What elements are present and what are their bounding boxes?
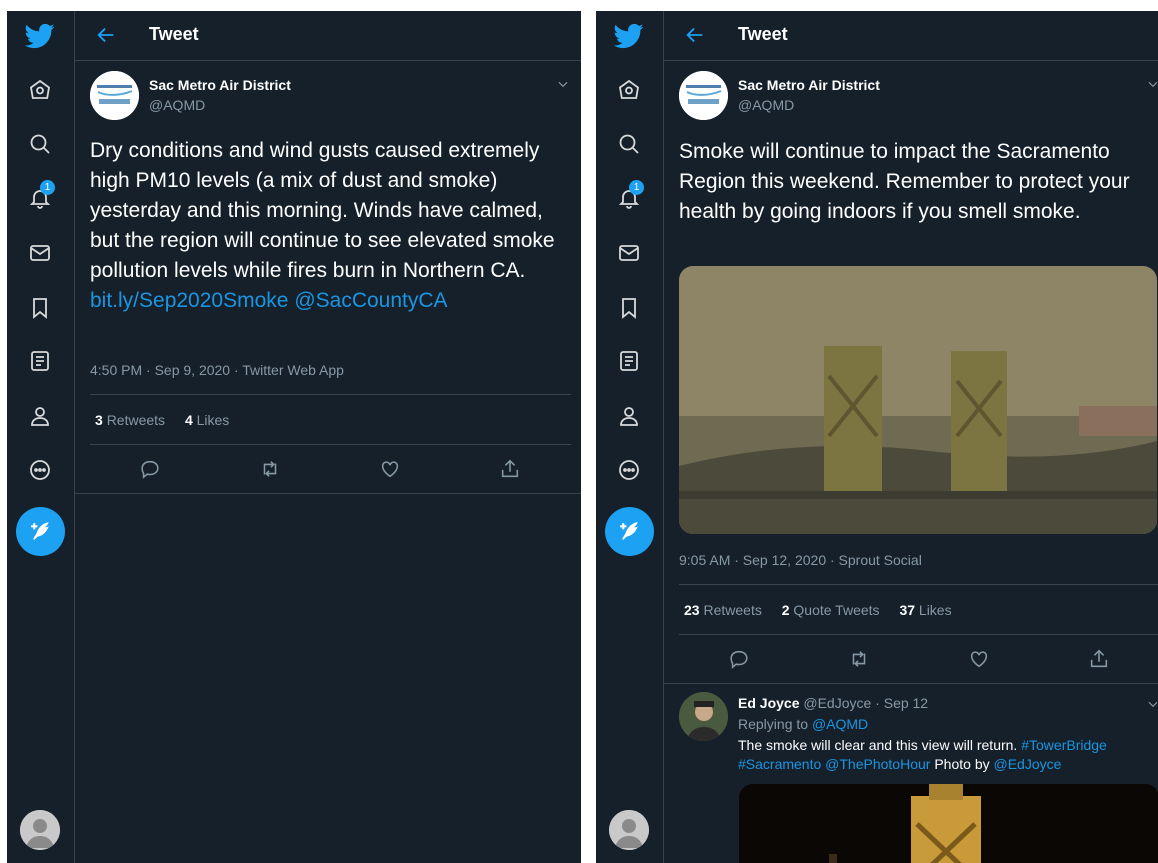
- divider: [679, 584, 1158, 585]
- retweet-icon[interactable]: [848, 648, 870, 670]
- more-icon[interactable]: [617, 458, 641, 482]
- compose-tweet-button[interactable]: [16, 507, 65, 556]
- retweets-stat[interactable]: 23 Retweets: [684, 602, 762, 618]
- reply-icon[interactable]: [728, 648, 750, 670]
- home-icon[interactable]: [617, 78, 641, 102]
- author-avatar[interactable]: [90, 71, 139, 120]
- likes-stat[interactable]: 4 Likes: [185, 412, 229, 428]
- hashtag-sacramento[interactable]: #Sacramento: [738, 756, 821, 772]
- tweet-panel-left: 1 Tweet Sac Metro Air District @AQMD Dry…: [7, 11, 581, 863]
- compose-icon: [31, 522, 49, 540]
- chevron-down-icon[interactable]: [556, 77, 570, 91]
- tweet-mention[interactable]: @SacCountyCA: [294, 289, 447, 312]
- notifications-icon[interactable]: 1: [617, 180, 644, 210]
- account-avatar[interactable]: [20, 810, 60, 850]
- author-handle[interactable]: @AQMD: [738, 97, 794, 113]
- tweet-panel-right: 1 Tweet Sac Metro Air District @AQMD Smo…: [596, 11, 1158, 863]
- messages-icon[interactable]: [28, 241, 52, 265]
- page-header: Tweet: [75, 11, 581, 61]
- reply-photo[interactable]: [739, 784, 1158, 863]
- author-name[interactable]: Sac Metro Air District: [738, 77, 880, 93]
- notifications-icon[interactable]: 1: [28, 180, 55, 210]
- tweet-text-main: Dry conditions and wind gusts caused ext…: [90, 139, 555, 282]
- twitter-bird-icon[interactable]: [25, 21, 55, 51]
- reply-author-handle[interactable]: @EdJoyce · Sep 12: [803, 695, 928, 711]
- page-title: Tweet: [738, 24, 788, 44]
- tweet-text: Smoke will continue to impact the Sacram…: [679, 140, 1130, 223]
- author-avatar[interactable]: [679, 71, 728, 120]
- reply-text-line-1: The smoke will clear and this view will …: [738, 737, 1107, 753]
- share-icon[interactable]: [1088, 648, 1110, 670]
- hashtag-towerbridge[interactable]: #TowerBridge: [1021, 737, 1107, 753]
- page-header: Tweet: [664, 11, 1158, 61]
- lists-icon[interactable]: [28, 349, 52, 373]
- quote-tweets-stat[interactable]: 2 Quote Tweets: [782, 602, 880, 618]
- tweet-detail: Tweet Sac Metro Air District @AQMD Dry c…: [75, 11, 581, 863]
- reply-header: Ed Joyce @EdJoyce · Sep 12: [738, 695, 928, 711]
- retweet-icon[interactable]: [259, 458, 281, 480]
- retweets-stat[interactable]: 3 Retweets: [95, 412, 165, 428]
- tweet-stats: 23 Retweets 2 Quote Tweets 37 Likes: [684, 602, 968, 618]
- reply-author-avatar[interactable]: [679, 692, 728, 741]
- like-icon[interactable]: [968, 648, 990, 670]
- tweet-timestamp[interactable]: 9:05 AM · Sep 12, 2020 · Sprout Social: [679, 552, 922, 568]
- like-icon[interactable]: [379, 458, 401, 480]
- likes-stat[interactable]: 37 Likes: [899, 602, 951, 618]
- chevron-down-icon[interactable]: [1146, 697, 1158, 711]
- home-icon[interactable]: [28, 78, 52, 102]
- explore-icon[interactable]: [28, 132, 52, 156]
- notification-count-badge: 1: [40, 180, 55, 195]
- tweet-text: Dry conditions and wind gusts caused ext…: [90, 136, 570, 316]
- profile-icon[interactable]: [28, 404, 52, 428]
- bookmarks-icon[interactable]: [617, 296, 641, 320]
- tweet-timestamp[interactable]: 4:50 PM · Sep 9, 2020 · Twitter Web App: [90, 362, 344, 378]
- mention-thephotohour[interactable]: @ThePhotoHour: [825, 756, 930, 772]
- tweet-photo[interactable]: [679, 266, 1157, 534]
- more-icon[interactable]: [28, 458, 52, 482]
- bookmarks-icon[interactable]: [28, 296, 52, 320]
- compose-tweet-button[interactable]: [605, 507, 654, 556]
- chevron-down-icon[interactable]: [1146, 77, 1158, 91]
- tweet-link[interactable]: bit.ly/Sep2020Smoke: [90, 289, 288, 312]
- share-icon[interactable]: [499, 458, 521, 480]
- divider: [75, 493, 581, 494]
- reply-icon[interactable]: [139, 458, 161, 480]
- tweet-detail: Tweet Sac Metro Air District @AQMD Smoke…: [664, 11, 1158, 863]
- nav-rail: 1: [596, 11, 664, 863]
- compose-icon: [620, 522, 638, 540]
- account-avatar[interactable]: [609, 810, 649, 850]
- reply-author-name[interactable]: Ed Joyce: [738, 695, 799, 711]
- tweet-stats: 3 Retweets 4 Likes: [95, 412, 245, 428]
- divider: [679, 634, 1158, 635]
- author-handle[interactable]: @AQMD: [149, 97, 205, 113]
- author-name[interactable]: Sac Metro Air District: [149, 77, 291, 93]
- profile-icon[interactable]: [617, 404, 641, 428]
- notification-count-badge: 1: [629, 180, 644, 195]
- back-arrow-icon[interactable]: [684, 24, 706, 46]
- replying-to: Replying to @AQMD: [738, 716, 869, 732]
- divider: [664, 683, 1158, 684]
- reply-text-line-2: #Sacramento @ThePhotoHour Photo by @EdJo…: [738, 756, 1062, 772]
- lists-icon[interactable]: [617, 349, 641, 373]
- mention-edjoyce[interactable]: @EdJoyce: [994, 756, 1062, 772]
- explore-icon[interactable]: [617, 132, 641, 156]
- nav-rail: 1: [7, 11, 75, 863]
- twitter-bird-icon[interactable]: [614, 21, 644, 51]
- back-arrow-icon[interactable]: [95, 24, 117, 46]
- messages-icon[interactable]: [617, 241, 641, 265]
- page-title: Tweet: [149, 24, 199, 44]
- divider: [90, 444, 571, 445]
- divider: [90, 394, 571, 395]
- replying-to-mention[interactable]: @AQMD: [812, 716, 868, 732]
